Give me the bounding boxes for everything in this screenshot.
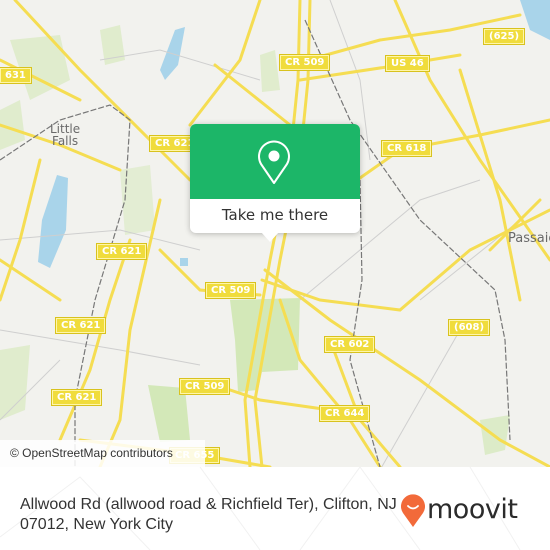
road-shield: CR 618 [380,140,433,157]
moovit-logo[interactable]: moovit [400,490,540,530]
road-shield: CR 509 [204,282,257,299]
road-shield: 631 [0,67,32,84]
road-shield: US 46 [385,55,430,72]
map-pin-icon [258,140,290,184]
road-shield: CR 602 [323,336,376,353]
moovit-pin-icon [401,494,425,527]
place-label-little-falls: Little Falls [50,122,81,148]
popup-pointer [261,232,279,242]
road-shield: (625) [482,28,526,45]
map-attribution[interactable]: © OpenStreetMap contributors [0,440,205,467]
take-me-there-button[interactable]: Take me there [190,199,360,233]
road-shield: CR 621 [54,317,107,334]
road-shield: CR 509 [278,54,331,71]
place-label-passaic: Passaic [508,231,550,246]
road-shield: (608) [447,319,491,336]
location-popup: Take me there [190,124,360,233]
moovit-wordmark: moovit [427,494,518,525]
road-shield: CR 644 [318,405,371,422]
road-shield: CR 621 [95,243,148,260]
address-text: Allwood Rd (allwood road & Richfield Ter… [20,496,397,533]
road-shield: CR 509 [178,378,231,395]
road-shield: CR 621 [50,389,103,406]
popup-header [190,124,360,199]
